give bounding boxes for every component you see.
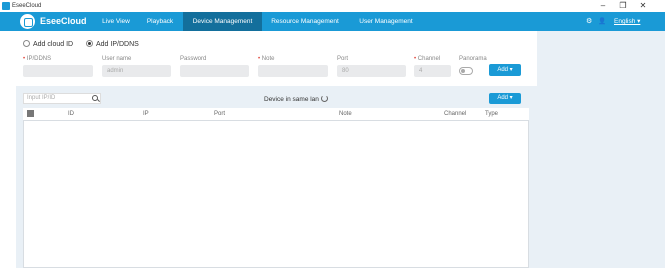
right-pane xyxy=(537,31,665,268)
device-table xyxy=(23,108,529,268)
maximize-button[interactable]: ❐ xyxy=(616,0,630,12)
app-icon xyxy=(2,2,10,10)
column-channel: Channel xyxy=(444,111,467,117)
channel-label: • Channel xyxy=(414,56,441,62)
ip-ddns-field[interactable] xyxy=(23,65,93,77)
add-device-button[interactable]: Add ▾ xyxy=(489,64,521,76)
window-titlebar: EseeCloud – ❐ ✕ xyxy=(0,0,665,12)
tab-user-management[interactable]: User Management xyxy=(350,12,422,31)
settings-icon[interactable]: ⚙ xyxy=(586,16,592,27)
tab-device-management[interactable]: Device Management xyxy=(183,12,262,31)
search-input[interactable]: Input IP/ID xyxy=(23,93,101,104)
lan-devices-label: Device in same lan xyxy=(264,96,319,103)
note-label: • Note xyxy=(258,56,275,62)
panorama-label: Panorama xyxy=(459,56,487,62)
port-field[interactable]: 80 xyxy=(337,65,406,77)
minimize-button[interactable]: – xyxy=(596,0,610,12)
top-nav: EseeCloud Live View Playback Device Mana… xyxy=(0,12,665,31)
tab-playback[interactable]: Playback xyxy=(140,12,180,31)
add-lan-device-button[interactable]: Add ▾ xyxy=(489,93,521,104)
username-field[interactable]: admin xyxy=(102,65,171,77)
column-type: Type xyxy=(485,111,499,117)
channel-field[interactable]: 4 xyxy=(414,65,451,77)
panorama-toggle[interactable] xyxy=(459,67,473,75)
column-id: ID xyxy=(68,111,74,117)
language-select[interactable]: English ▾ xyxy=(614,16,640,27)
logo-icon xyxy=(20,14,35,29)
close-button[interactable]: ✕ xyxy=(636,0,650,12)
ip-ddns-label: • IP/DDNS xyxy=(23,56,52,62)
user-icon[interactable]: 👤 xyxy=(598,16,606,27)
window-title: EseeCloud xyxy=(12,3,42,9)
refresh-icon[interactable] xyxy=(321,95,328,102)
brand-name: EseeCloud xyxy=(40,16,87,26)
tab-live-view[interactable]: Live View xyxy=(96,12,136,31)
radio-add-ip-ddns[interactable]: Add IP/DDNS xyxy=(86,40,139,49)
column-note: Note xyxy=(339,111,352,117)
radio-label: Add IP/DDNS xyxy=(96,41,139,48)
port-label: Port xyxy=(337,56,349,62)
note-field[interactable] xyxy=(258,65,328,77)
radio-label: Add cloud ID xyxy=(33,41,74,48)
radio-indicator xyxy=(86,40,93,47)
password-label: Password xyxy=(180,56,207,62)
tab-resource-management[interactable]: Resource Management xyxy=(265,12,345,31)
search-icon[interactable] xyxy=(92,95,98,101)
select-all-checkbox[interactable] xyxy=(27,110,34,117)
radio-add-cloud-id[interactable]: Add cloud ID xyxy=(23,40,73,49)
username-label: User name xyxy=(102,56,132,62)
column-ip: IP xyxy=(143,111,149,117)
radio-indicator xyxy=(23,40,30,47)
column-port: Port xyxy=(214,111,226,117)
password-field[interactable] xyxy=(180,65,249,77)
